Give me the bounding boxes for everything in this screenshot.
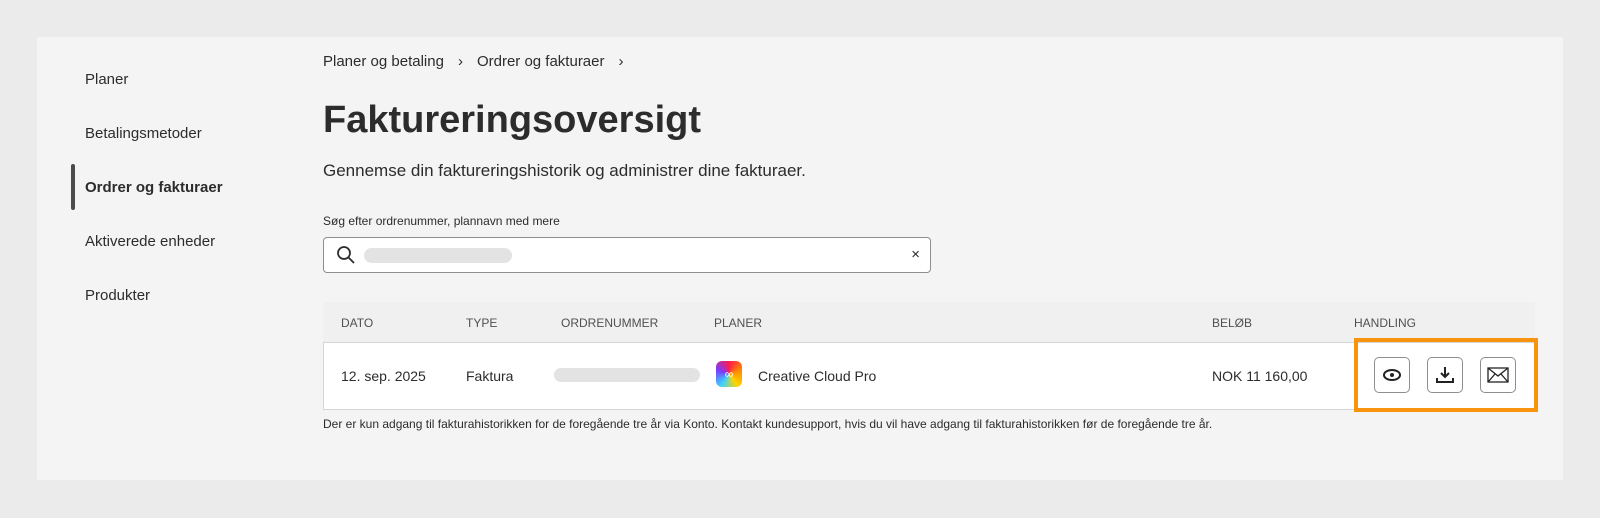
col-date: DATO (341, 316, 374, 330)
clear-search-button[interactable]: × (911, 246, 920, 263)
sidebar-item-produkter[interactable]: Produkter (85, 287, 285, 304)
download-icon (1436, 367, 1454, 383)
row-plan: Creative Cloud Pro (758, 368, 877, 384)
chevron-right-icon: › (457, 53, 463, 70)
search-icon (337, 246, 355, 264)
breadcrumb-planer[interactable]: Planer og betaling (323, 53, 444, 70)
actions-highlight (1354, 338, 1538, 412)
row-type: Faktura (466, 368, 514, 384)
chevron-right-icon: › (618, 53, 624, 70)
col-action: HANDLING (1354, 316, 1417, 330)
breadcrumb: Planer og betaling › Ordrer og fakturaer… (323, 53, 624, 70)
col-plan: PLANER (714, 316, 763, 330)
sidebar-item-betalingsmetoder[interactable]: Betalingsmetoder (85, 125, 285, 142)
search-label: Søg efter ordrenummer, plannavn med mere (323, 214, 560, 228)
sidebar-item-enheder[interactable]: Aktiverede enheder (85, 233, 285, 250)
download-invoice-button[interactable] (1427, 357, 1463, 393)
search-input[interactable]: × (323, 237, 931, 273)
view-invoice-button[interactable] (1374, 357, 1410, 393)
history-note: Der er kun adgang til fakturahistorikken… (323, 417, 1213, 431)
billing-panel: Planer Betalingsmetoder Ordrer og faktur… (37, 37, 1563, 480)
table-header: DATO TYPE ORDRENUMMER PLANER BELØB HANDL… (323, 302, 1535, 342)
page-title: Faktureringsoversigt (323, 99, 701, 141)
col-amount: BELØB (1212, 316, 1253, 330)
col-type: TYPE (466, 316, 498, 330)
sidebar-item-ordrer[interactable]: Ordrer og fakturaer (85, 179, 285, 196)
row-date: 12. sep. 2025 (341, 368, 426, 384)
redacted-search-value (364, 248, 512, 263)
eye-icon (1383, 369, 1401, 381)
creative-cloud-logo-icon: ∞ (716, 361, 742, 387)
active-indicator (71, 164, 75, 210)
email-invoice-button[interactable] (1480, 357, 1516, 393)
page-subtitle: Gennemse din faktureringshistorik og adm… (323, 161, 806, 180)
sidebar-item-planer[interactable]: Planer (85, 71, 285, 88)
redacted-order-number (554, 368, 700, 382)
envelope-icon (1487, 367, 1509, 383)
col-order: ORDRENUMMER (561, 316, 659, 330)
row-amount: NOK 11 160,00 (1212, 368, 1308, 384)
breadcrumb-ordrer[interactable]: Ordrer og fakturaer (477, 53, 605, 70)
